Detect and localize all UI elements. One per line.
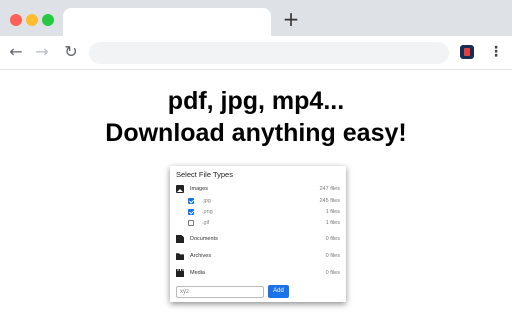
- type-gif[interactable]: .gif 1 files: [176, 218, 342, 228]
- group-count: 0 files: [325, 253, 340, 259]
- back-button[interactable]: ←: [8, 44, 24, 60]
- jpg-checkbox[interactable]: [188, 198, 194, 204]
- browser-tab-bar: +: [0, 0, 512, 36]
- image-icon: [176, 185, 184, 193]
- type-label: .gif: [202, 220, 210, 226]
- reload-button[interactable]: ↻: [63, 44, 79, 60]
- document-icon: [176, 235, 184, 243]
- media-icon: [176, 269, 184, 277]
- browser-toolbar: ← → ↻ ⋮: [0, 36, 512, 70]
- group-label: Documents: [190, 236, 218, 242]
- group-documents[interactable]: Documents 0 files: [176, 234, 342, 244]
- group-count: 247 files: [319, 186, 341, 192]
- browser-menu-button[interactable]: ⋮: [488, 43, 504, 61]
- group-count: 0 files: [325, 270, 340, 276]
- address-bar[interactable]: [89, 42, 449, 64]
- file-type-panel: Select File Types Images 247 files .jpg …: [170, 166, 346, 302]
- group-media[interactable]: Media 0 files: [176, 268, 342, 278]
- group-label: Media: [190, 270, 205, 276]
- png-checkbox[interactable]: [188, 209, 194, 215]
- type-count: 1 files: [325, 220, 340, 226]
- new-tab-button[interactable]: +: [282, 9, 300, 29]
- group-label: Images: [190, 186, 209, 192]
- headline-line-1: pdf, jpg, mp4...: [167, 87, 345, 115]
- type-label: .png: [202, 209, 213, 215]
- type-count: 245 files: [319, 198, 341, 204]
- add-button[interactable]: Add: [268, 285, 289, 298]
- maximize-window-button[interactable]: [42, 14, 54, 26]
- group-count: 0 files: [325, 236, 340, 242]
- type-jpg[interactable]: .jpg 245 files: [176, 196, 342, 206]
- type-png[interactable]: .png 1 files: [176, 207, 342, 217]
- group-archives[interactable]: Archives 0 files: [176, 251, 342, 261]
- panel-title: Select File Types: [176, 170, 233, 179]
- minimize-window-button[interactable]: [26, 14, 38, 26]
- archive-icon: [176, 253, 184, 260]
- group-label: Archives: [190, 253, 212, 259]
- type-label: .jpg: [202, 198, 211, 204]
- group-images[interactable]: Images 247 files: [176, 184, 342, 194]
- active-tab[interactable]: [63, 8, 271, 36]
- extension-icon[interactable]: [460, 45, 474, 59]
- gif-checkbox[interactable]: [188, 220, 194, 226]
- forward-button[interactable]: →: [34, 44, 50, 60]
- type-count: 1 files: [325, 209, 340, 215]
- headline-line-2: Download anything easy!: [105, 119, 407, 147]
- extension-input[interactable]: xyz: [176, 286, 264, 298]
- close-window-button[interactable]: [10, 14, 22, 26]
